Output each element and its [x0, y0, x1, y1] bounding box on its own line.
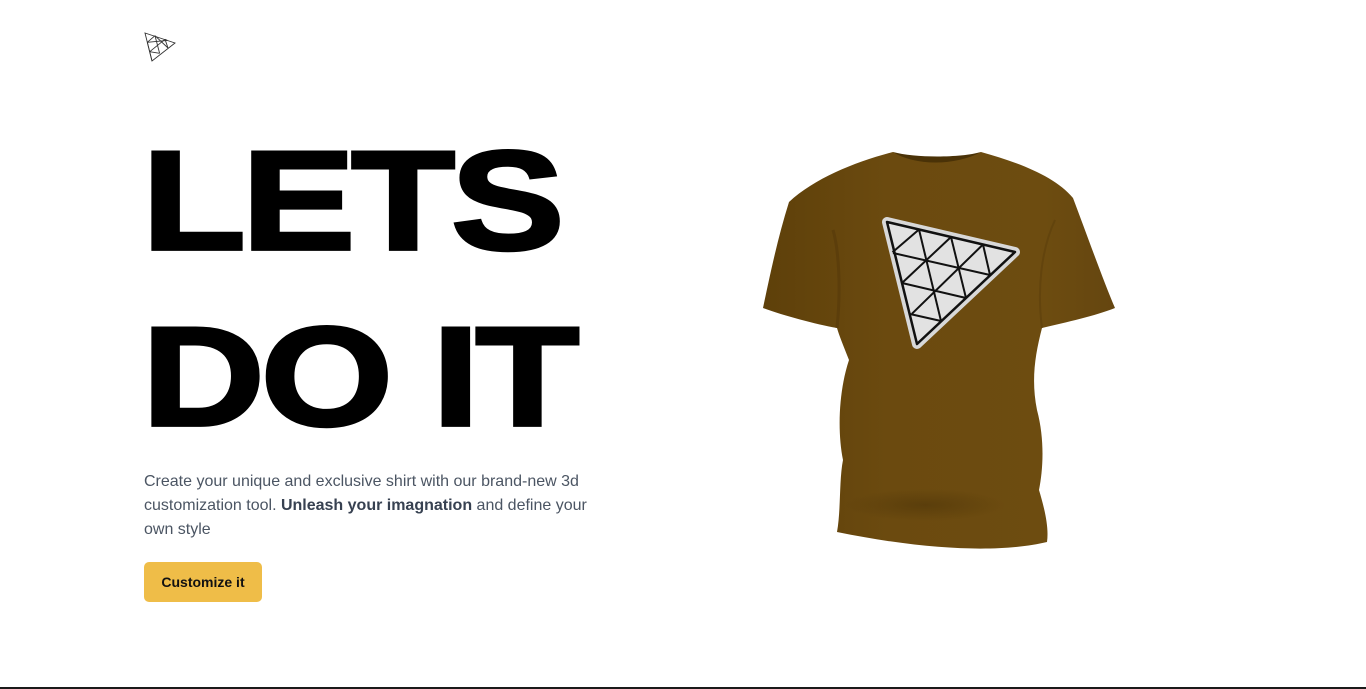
shirt-preview[interactable]: [755, 140, 1125, 560]
headline-line-1: LETS: [140, 122, 566, 280]
landing-page: LETS DO IT Create your unique and exclus…: [0, 0, 1366, 689]
tshirt-image[interactable]: [755, 140, 1125, 560]
customize-button[interactable]: Customize it: [144, 562, 262, 602]
triangle-mesh-logo-icon[interactable]: [144, 31, 176, 63]
hero-description: Create your unique and exclusive shirt w…: [144, 470, 604, 542]
shirt-body: [763, 152, 1115, 549]
hero-headline: LETS DO IT: [140, 122, 581, 480]
headline-line-2: DO IT: [140, 298, 581, 456]
description-emphasis: Unleash your imagnation: [280, 497, 473, 514]
